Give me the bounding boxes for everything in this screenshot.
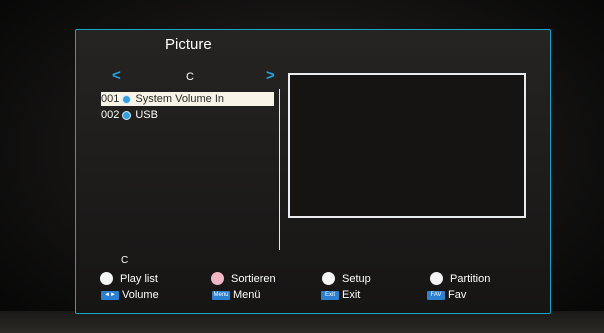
file-number: 002 bbox=[101, 109, 120, 121]
file-name: USB bbox=[135, 109, 158, 121]
list-divider bbox=[279, 89, 280, 250]
white-button-icon bbox=[322, 272, 335, 285]
red-button-icon bbox=[211, 272, 224, 285]
current-path: C bbox=[121, 255, 129, 266]
menu-key-icon: Menu bbox=[212, 290, 230, 300]
file-name: System Volume In bbox=[135, 93, 225, 105]
legend-playlist-button[interactable]: Play list bbox=[100, 272, 158, 285]
legend-menu-key[interactable]: Menu Menü bbox=[212, 289, 261, 301]
page-title: Picture bbox=[165, 36, 212, 53]
legend-partition-button[interactable]: Partition bbox=[430, 272, 490, 285]
legend-volume-key[interactable]: ◄► Volume bbox=[101, 289, 159, 301]
drive-label: C bbox=[186, 71, 194, 83]
folder-icon bbox=[122, 94, 132, 104]
fav-key-icon: FAV bbox=[427, 290, 445, 300]
chevron-left-icon[interactable]: < bbox=[112, 67, 121, 84]
file-number: 001 bbox=[101, 93, 120, 105]
exit-key-icon: Exit bbox=[321, 290, 339, 300]
folder-icon bbox=[122, 110, 132, 120]
tv-bezel bbox=[0, 311, 604, 333]
file-item[interactable]: 002 USB bbox=[101, 108, 158, 122]
legend-fav-key[interactable]: FAV Fav bbox=[427, 289, 466, 301]
legend-sort-button[interactable]: Sortieren bbox=[211, 272, 276, 285]
chevron-right-icon[interactable]: > bbox=[266, 67, 275, 84]
file-item-selected[interactable]: 001 System Volume In bbox=[101, 92, 274, 106]
preview-pane bbox=[288, 73, 526, 218]
legend-exit-key[interactable]: Exit Exit bbox=[321, 289, 360, 301]
legend-setup-button[interactable]: Setup bbox=[322, 272, 371, 285]
white-button-icon bbox=[430, 272, 443, 285]
white-button-icon bbox=[100, 272, 113, 285]
volume-key-icon: ◄► bbox=[101, 290, 119, 300]
